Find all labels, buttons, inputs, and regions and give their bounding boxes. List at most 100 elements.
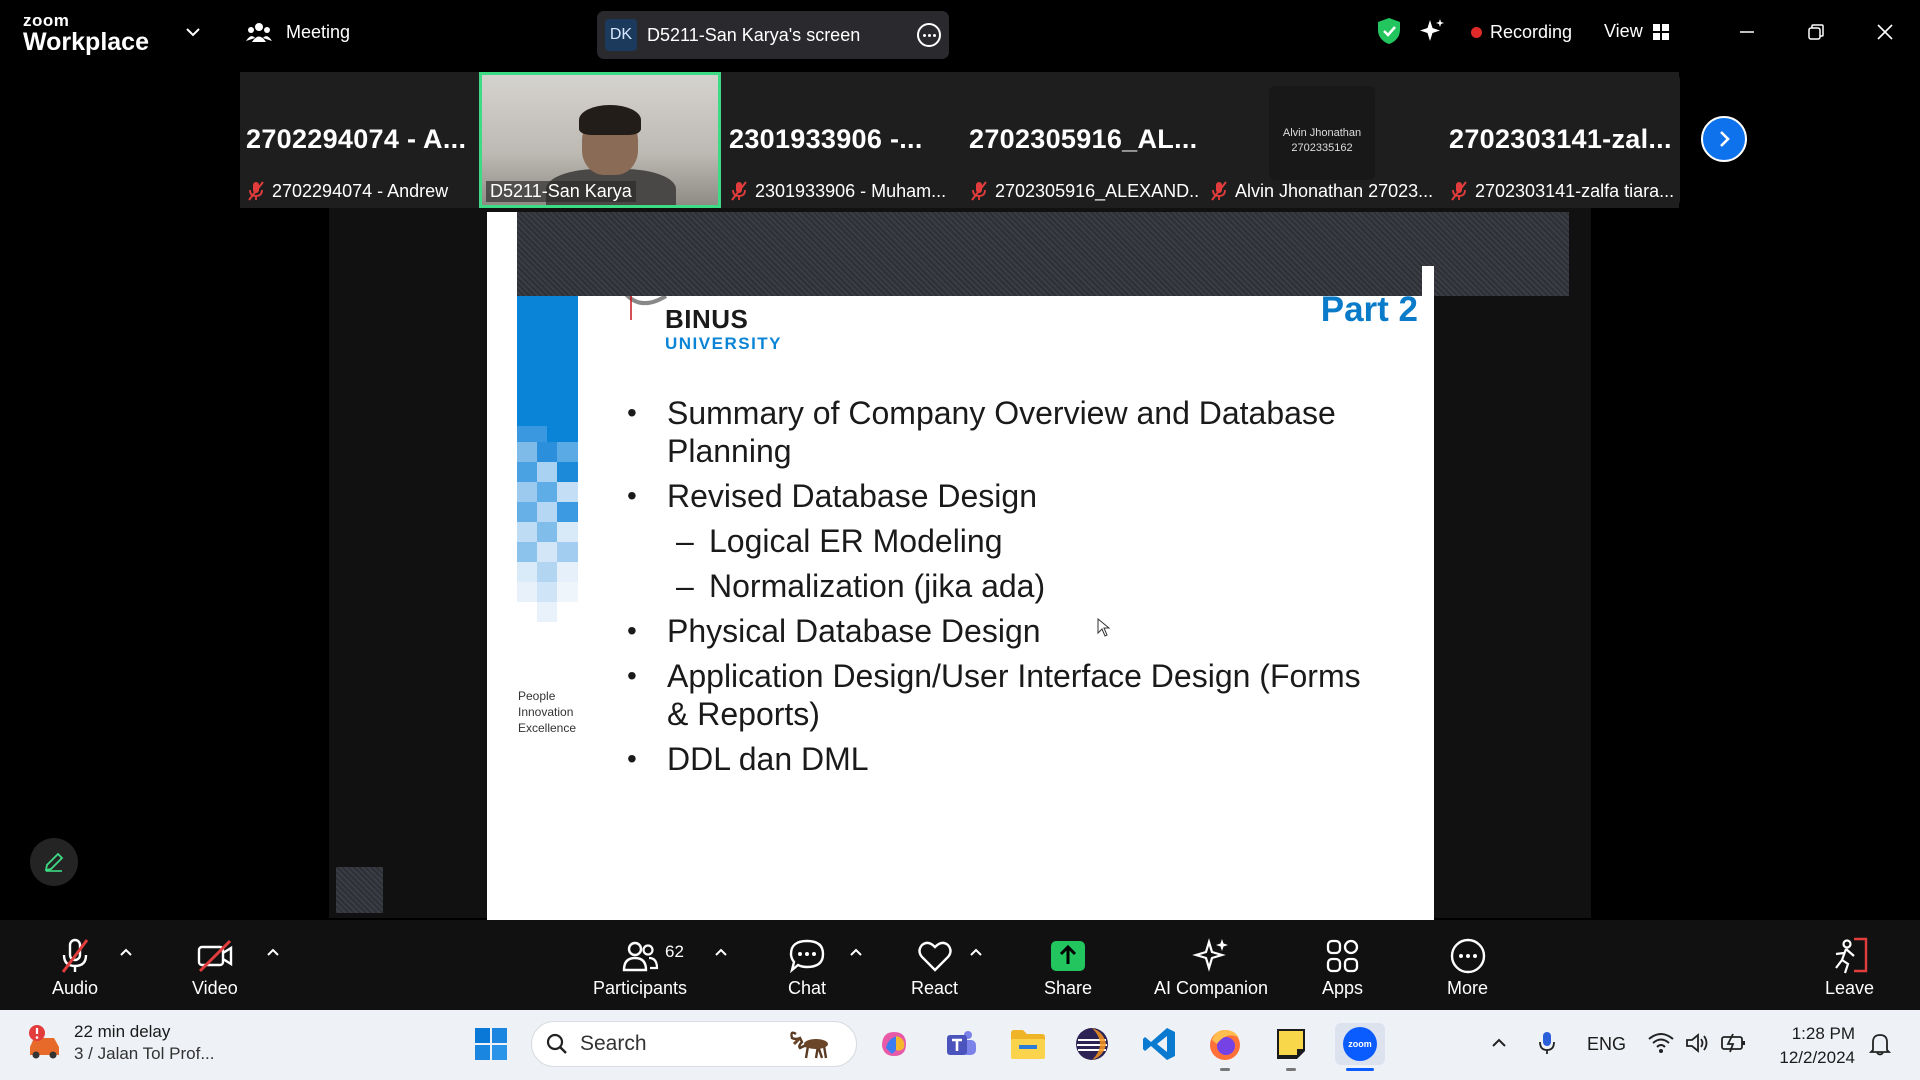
file-explorer-app[interactable] (1007, 1023, 1049, 1065)
bullet-item: Physical Database Design (627, 612, 1387, 650)
apps-button[interactable]: Apps (1322, 936, 1363, 999)
mic-muted-icon (1451, 181, 1467, 201)
notification-bell-icon[interactable] (1869, 1032, 1891, 1056)
volume-icon[interactable] (1685, 1032, 1709, 1054)
sticky-notes-app[interactable] (1270, 1023, 1312, 1065)
close-button[interactable] (1865, 14, 1905, 50)
participants-options-caret-icon[interactable] (713, 944, 729, 960)
react-button[interactable]: React (911, 936, 958, 999)
leave-icon (1834, 937, 1867, 974)
logo-line2: Workplace (23, 28, 149, 56)
grid-icon (1652, 23, 1669, 40)
battery-charging-icon[interactable] (1720, 1032, 1748, 1054)
copilot-app[interactable] (873, 1023, 915, 1065)
moose-highlight-icon (790, 1031, 828, 1059)
participant-tile[interactable]: Alvin Jhonathan 2702335162 Alvin Jhonath… (1203, 72, 1439, 208)
clock-date: 12/2/2024 (1779, 1048, 1855, 1067)
meeting-info-button[interactable]: Meeting (246, 21, 350, 43)
traffic-widget[interactable]: 22 min delay 3 / Jalan Tol Prof... (26, 1022, 214, 1064)
chevron-down-icon[interactable] (183, 22, 203, 42)
ai-companion-button[interactable]: AI Companion (1154, 936, 1268, 999)
microphone-icon[interactable] (1537, 1030, 1557, 1056)
recording-label: Recording (1490, 22, 1573, 42)
teams-app[interactable] (941, 1023, 983, 1065)
binus-university: UNIVERSITY (665, 334, 783, 353)
leave-button[interactable]: Leave (1825, 936, 1874, 999)
screen-share-pill[interactable]: DK D5211-San Karya's screen (597, 11, 949, 59)
participant-tile[interactable]: 2702305916_AL... 2702305916_ALEXAND... (963, 72, 1199, 208)
bullet-item: Revised Database Design (627, 477, 1387, 515)
zoom-logo: zoom Workplace (23, 12, 149, 55)
system-clock[interactable]: 1:28 PM 12/2/2024 (1771, 1022, 1855, 1070)
ai-sparkle-icon[interactable] (1418, 17, 1446, 45)
shared-window-titlebar (517, 212, 1569, 296)
wifi-icon[interactable] (1648, 1032, 1674, 1054)
participant-tile[interactable]: 2702303141-zal... 2702303141-zalfa tiara… (1443, 72, 1679, 208)
binus-brand: BINUS (665, 304, 749, 334)
view-label: View (1604, 21, 1643, 41)
card-id-line: 2702335162 (1291, 142, 1353, 154)
chat-label: Chat (787, 978, 827, 998)
eclipse-app[interactable] (1071, 1023, 1113, 1065)
folder-icon (1011, 1030, 1045, 1059)
binus-logo-mark (625, 296, 668, 320)
participant-big-name: 2702303141-zal... (1449, 124, 1672, 154)
active-speaker-tile[interactable]: D5211-San Karya (479, 72, 721, 208)
screen-share-label: D5211-San Karya's screen (647, 24, 861, 45)
slide-accent-bar (517, 296, 578, 426)
annotate-button[interactable] (30, 838, 78, 886)
sub-bullet-item: Logical ER Modeling (627, 522, 1387, 560)
language-indicator[interactable]: ENG (1587, 1034, 1626, 1055)
restore-button[interactable] (1796, 14, 1836, 50)
chevron-up-icon[interactable] (1490, 1034, 1508, 1052)
copilot-icon (882, 1032, 906, 1056)
more-label: More (1447, 978, 1489, 998)
chat-options-caret-icon[interactable] (848, 944, 864, 960)
zoom-icon: zoom (1343, 1027, 1377, 1061)
heart-icon (917, 941, 952, 972)
apps-icon (1326, 939, 1358, 973)
title-bar: zoom Workplace Meeting DK D5211-San Kary… (0, 0, 1920, 70)
participant-name: 2702303141-zalfa tiara... (1475, 180, 1675, 201)
slide-mosaic-pattern (517, 426, 578, 666)
traffic-route: 3 / Jalan Tol Prof... (74, 1044, 215, 1063)
taskbar-search[interactable]: Search (531, 1021, 857, 1067)
traffic-delay: 22 min delay (74, 1022, 171, 1041)
zoom-app[interactable]: zoom (1335, 1023, 1385, 1065)
video-button[interactable]: Video (192, 936, 238, 999)
mouse-cursor-icon (1097, 618, 1111, 637)
minimize-button[interactable] (1727, 14, 1767, 50)
participant-big-name: 2702294074 - A... (246, 124, 467, 154)
recording-indicator[interactable]: Recording (1471, 22, 1572, 43)
participant-tile[interactable]: 2301933906 -... 2301933906 - Muham... (723, 72, 959, 208)
mic-muted-icon (971, 181, 987, 201)
react-options-caret-icon[interactable] (968, 944, 984, 960)
more-button[interactable]: More (1447, 936, 1488, 999)
participant-tile[interactable]: 2702294074 - A... 2702294074 - Andrew (240, 72, 476, 208)
vscode-app[interactable] (1138, 1023, 1180, 1065)
firefox-icon (1210, 1030, 1240, 1060)
participant-count: 62 (665, 942, 684, 961)
participant-video-card: Alvin Jhonathan 2702335162 (1269, 86, 1375, 180)
audio-button[interactable]: Audio (52, 936, 98, 999)
participant-name: Alvin Jhonathan 27023... (1235, 180, 1434, 201)
bullet-item: Application Design/User Interface Design… (627, 657, 1387, 733)
view-button[interactable]: View (1604, 21, 1669, 42)
audio-options-caret-icon[interactable] (118, 944, 134, 960)
leave-label: Leave (1825, 978, 1875, 998)
slide-bullet-list: Summary of Company Overview and Database… (627, 394, 1387, 785)
share-button[interactable]: Share (1044, 936, 1092, 999)
participant-name: D5211-San Karya (490, 181, 632, 201)
participant-big-name: 2301933906 -... (729, 124, 923, 154)
mic-muted-icon (1211, 181, 1227, 201)
more-icon[interactable] (917, 23, 941, 47)
video-options-caret-icon[interactable] (265, 944, 281, 960)
encryption-shield-icon[interactable] (1376, 17, 1402, 45)
vscode-icon (1143, 1028, 1175, 1060)
share-screen-icon (1051, 941, 1086, 971)
start-button[interactable] (470, 1023, 512, 1065)
firefox-app[interactable] (1204, 1023, 1246, 1065)
chevron-right-icon (1720, 131, 1730, 147)
chat-button[interactable]: Chat (787, 936, 827, 999)
next-page-button[interactable] (1701, 116, 1747, 162)
